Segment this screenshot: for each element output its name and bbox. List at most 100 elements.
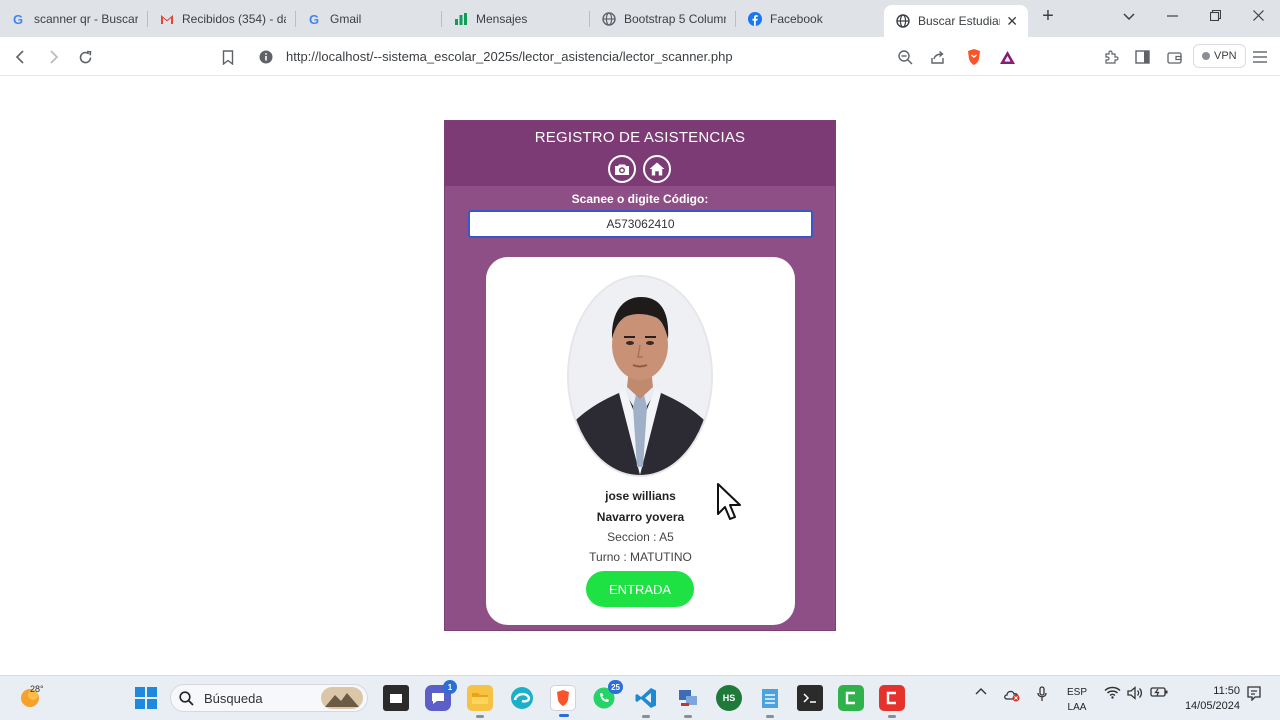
search-icon [179, 690, 194, 706]
reload-icon[interactable] [74, 46, 96, 68]
extensions-puzzle-icon[interactable] [1100, 46, 1122, 68]
vpn-label: VPN [1214, 50, 1237, 62]
zoom-out-icon[interactable] [894, 46, 916, 68]
home-icon [649, 162, 665, 176]
tab-bootstrap[interactable]: Bootstrap 5 Columna [590, 5, 736, 33]
tab-list-chevron-icon[interactable] [1119, 8, 1139, 24]
tab-gmail[interactable]: G Gmail [296, 5, 442, 33]
attendance-panel: REGISTRO DE ASISTENCIAS Scanee o digite … [444, 120, 836, 631]
forward-arrow-icon[interactable] [42, 46, 64, 68]
notepad-icon[interactable] [757, 685, 783, 718]
student-first-name: jose willians [605, 489, 676, 503]
tab-title: Mensajes [476, 12, 528, 26]
browser-toolbar: http://localhost/--sistema_escolar_2025s… [0, 37, 1280, 76]
brave-rewards-icon[interactable] [996, 46, 1018, 68]
tab-recibidos[interactable]: Recibidos (354) - dan [148, 5, 296, 33]
vpn-button[interactable]: VPN [1193, 44, 1246, 68]
tab-buscar-estudiante[interactable]: Buscar Estudiant ✕ [884, 5, 1028, 37]
onedrive-error-icon[interactable] [1003, 688, 1021, 705]
brave-shield-icon[interactable] [963, 46, 985, 68]
battery-charging-icon[interactable] [1150, 686, 1168, 701]
teams-chat-icon[interactable]: 1 [425, 680, 457, 711]
whatsapp-icon[interactable]: 25 [591, 680, 623, 711]
task-view-icon[interactable] [383, 685, 409, 711]
camera-icon [615, 164, 629, 175]
camera-button[interactable] [608, 155, 636, 183]
student-last-name: Navarro yovera [596, 510, 685, 524]
tab-scanner-qr[interactable]: G scanner qr - Buscar c [0, 5, 148, 33]
page-title: REGISTRO DE ASISTENCIAS [534, 129, 746, 146]
tab-title: scanner qr - Buscar c [34, 12, 138, 26]
weather-temperature: 28° [30, 684, 44, 694]
search-label: Búsqueda [204, 690, 263, 706]
tab-facebook[interactable]: Facebook [736, 5, 882, 33]
taskbar-search[interactable]: Búsqueda [170, 684, 368, 712]
tab-title: Facebook [770, 12, 823, 26]
tab-title: Gmail [330, 12, 362, 26]
running-indicator [766, 715, 774, 718]
language-code: ESP [1067, 687, 1088, 698]
brave-taskbar-icon[interactable] [550, 685, 576, 717]
tab-title: Recibidos (354) - dan [182, 12, 286, 26]
edge-browser-icon[interactable] [509, 685, 535, 711]
svg-text:G: G [13, 12, 23, 26]
new-tab-button[interactable]: + [1038, 5, 1058, 28]
windows-start-icon[interactable] [135, 687, 157, 714]
google-icon: G [308, 12, 322, 26]
back-arrow-icon[interactable] [10, 46, 32, 68]
restore-icon[interactable] [1205, 8, 1225, 24]
camtasia-green-icon[interactable] [838, 685, 864, 711]
scan-label: Scanee o digite Código: [571, 192, 709, 206]
network-pc-icon[interactable] [675, 685, 701, 718]
notifications-icon[interactable] [1247, 686, 1261, 704]
hs-app-icon[interactable]: HS [716, 685, 742, 711]
menu-hamburger-icon[interactable] [1249, 46, 1271, 68]
close-window-icon[interactable] [1248, 8, 1268, 24]
entrada-button[interactable]: ENTRADA [586, 571, 694, 607]
running-indicator [684, 715, 692, 718]
mouse-pointer-icon [716, 482, 742, 527]
sidebar-icon[interactable] [1131, 46, 1153, 68]
input-language[interactable]: ESP LAA [1067, 685, 1087, 715]
globe-icon [602, 12, 616, 26]
clock-date: 14/05/2024 [1184, 700, 1240, 712]
wallet-icon[interactable] [1163, 46, 1185, 68]
camtasia-red-icon[interactable] [879, 685, 905, 718]
code-input[interactable] [468, 210, 813, 238]
facebook-icon [748, 12, 762, 26]
site-info-icon[interactable] [255, 46, 277, 68]
active-indicator [559, 714, 569, 717]
system-clock[interactable]: 11:50 14/05/2024 [1178, 684, 1240, 714]
google-icon: G [12, 12, 26, 26]
student-section: Seccion : A5 [607, 530, 674, 544]
globe-icon [896, 14, 910, 28]
search-highlight-image-icon [321, 687, 363, 709]
gmail-icon [160, 12, 174, 26]
wifi-icon[interactable] [1104, 686, 1121, 702]
clock-time: 11:50 [1213, 685, 1240, 697]
terminal-icon[interactable] [797, 685, 823, 711]
volume-icon[interactable] [1127, 686, 1144, 703]
student-shift: Turno : MATUTINO [589, 550, 692, 564]
bookmark-icon[interactable] [217, 46, 239, 68]
running-indicator [642, 715, 650, 718]
tray-chevron-up-icon[interactable] [975, 686, 987, 698]
vscode-icon[interactable] [633, 685, 659, 718]
tab-title: Bootstrap 5 Columna [624, 12, 726, 26]
running-indicator [476, 715, 484, 718]
minimize-icon[interactable] [1162, 8, 1182, 24]
microphone-icon[interactable] [1036, 686, 1048, 705]
student-card: jose willians Navarro yovera Seccion : A… [486, 257, 795, 625]
running-indicator [888, 715, 896, 718]
file-explorer-icon[interactable] [467, 685, 493, 718]
keyboard-layout: LAA [1067, 702, 1087, 713]
vpn-status-icon [1202, 52, 1210, 60]
svg-text:G: G [309, 12, 319, 26]
share-icon[interactable] [926, 46, 948, 68]
close-tab-icon[interactable]: ✕ [1000, 13, 1018, 30]
browser-tab-strip: G scanner qr - Buscar c Recibidos (354) … [0, 0, 1280, 37]
home-button[interactable] [643, 155, 671, 183]
tab-mensajes[interactable]: Mensajes [442, 5, 590, 33]
windows-taskbar: 28° Búsqueda 1 25 HS ESP LAA 11:50 14/05… [0, 675, 1280, 720]
address-bar[interactable]: http://localhost/--sistema_escolar_2025s… [286, 49, 733, 64]
